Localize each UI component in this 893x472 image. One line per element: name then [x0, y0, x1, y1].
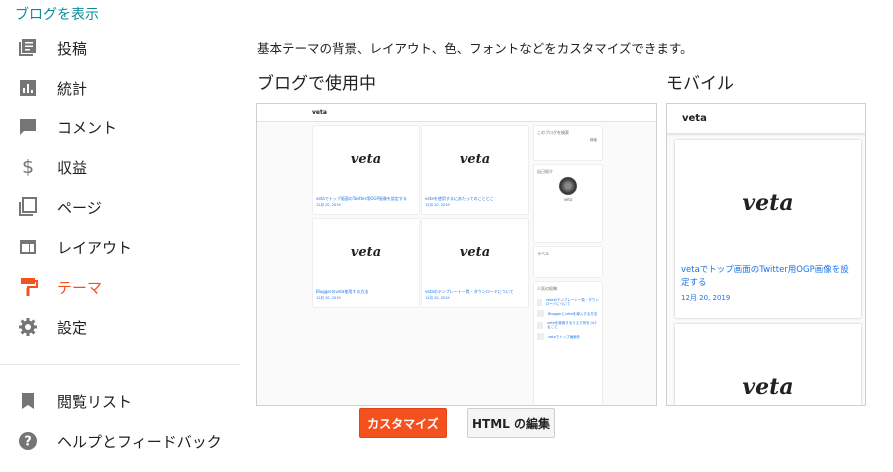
preview-popular-widget: 人気の投稿 vetaのテンプレート一覧・ダウンロードについて Bloggerにv… [534, 282, 602, 405]
widget-title: 人気の投稿 [537, 286, 557, 291]
widget-title: このブログを検索 [537, 130, 569, 135]
posts-icon [17, 37, 39, 59]
sidebar-item-label: ヘルプとフィードバック [57, 432, 222, 451]
bookmark-icon [17, 390, 39, 412]
customize-button[interactable]: カスタマイズ [359, 408, 447, 438]
preview-post-card: veta vetaでトップ画面のTwitter用OGP画像を設定する 12月 2… [313, 126, 419, 214]
preview-post-card: veta Bloggerのveta使用する方法 12月 20, 2019 [313, 219, 419, 307]
svg-text:?: ? [24, 435, 32, 450]
widget-search-button: 検索 [590, 138, 597, 142]
preview-logo: veta [350, 245, 382, 260]
sidebar-item-help[interactable]: ? ヘルプとフィードバック [17, 428, 222, 454]
sidebar-item-label: テーマ [57, 278, 103, 297]
widget-title: ラベル [537, 251, 549, 256]
preview-post-title: vetaを使用するにあたってのこととこ [425, 196, 494, 201]
mobile-post-card: veta [675, 324, 861, 405]
preview-header: veta [257, 104, 656, 122]
desktop-theme-preview[interactable]: veta veta vetaでトップ画面のTwitter用OGP画像を設定する … [256, 103, 657, 406]
popular-post: vetaのテンプレート一覧・ダウンロードについて [537, 298, 599, 306]
popular-post: vetaを使用するうえで気をつけること [537, 321, 599, 329]
preview-logo: veta [459, 152, 491, 167]
preview-post-date: 12月 20, 2019 [425, 203, 450, 207]
sidebar-item-label: 収益 [57, 158, 88, 177]
preview-search-widget: このブログを検索 検索 [534, 126, 602, 160]
mobile-preview-logo: veta [742, 374, 794, 400]
preview-post-date: 12月 20, 2019 [316, 203, 341, 207]
popular-post-title: vetaでトップ画面を [548, 334, 581, 339]
preview-labels-widget: ラベル [534, 247, 602, 277]
profile-name: veta [563, 197, 573, 202]
mobile-section-title: モバイル [666, 74, 734, 94]
sidebar-item-posts[interactable]: 投稿 [17, 35, 87, 61]
sidebar-item-label: 投稿 [57, 39, 88, 58]
sidebar-item-reading-list[interactable]: 閲覧リスト [17, 388, 132, 414]
sidebar-item-label: 統計 [57, 79, 88, 98]
mobile-theme-preview[interactable]: veta veta vetaでトップ画面のTwitter用OGP画像を設定する … [666, 103, 866, 406]
sidebar-item-label: 設定 [57, 318, 88, 337]
help-icon: ? [17, 430, 39, 452]
sidebar-item-label: ページ [57, 198, 102, 217]
sidebar-item-theme[interactable]: テーマ [17, 274, 102, 300]
mobile-post-date: 12月 20, 2019 [681, 294, 731, 302]
gear-icon [17, 316, 39, 338]
sidebar-item-comments[interactable]: コメント [17, 114, 117, 140]
comment-icon [17, 116, 39, 138]
desktop-section-title: ブログで使用中 [257, 74, 376, 94]
popular-post-title: vetaのテンプレート一覧・ダウンロードについて [545, 298, 599, 306]
sidebar-divider [0, 364, 240, 365]
preview-profile-widget: 自己紹介 veta [534, 165, 602, 242]
theme-description: 基本テーマの背景、レイアウト、色、フォントなどをカスタマイズできます。 [257, 41, 693, 56]
popular-post-title: vetaを使用するうえで気をつけること [547, 321, 597, 329]
dollar-icon: $ [21, 156, 35, 178]
mobile-post-title: vetaでトップ画面のTwitter用OGP画像を設定する [681, 265, 849, 288]
paint-roller-icon [17, 276, 39, 298]
sidebar-item-label: コメント [57, 118, 118, 137]
mobile-preview-logo: veta [742, 190, 794, 216]
preview-post-title: vetaのテンプレート一覧・ダウンロードについて [425, 289, 514, 294]
sidebar-item-layout[interactable]: レイアウト [17, 234, 132, 260]
layout-icon [17, 236, 39, 258]
popular-post: vetaでトップ画面を [537, 333, 599, 340]
mobile-post-card: veta vetaでトップ画面のTwitter用OGP画像を設定する 12月 2… [675, 140, 861, 318]
preview-logo: veta [459, 245, 491, 260]
sidebar-item-label: レイアウト [57, 238, 133, 257]
sidebar-item-settings[interactable]: 設定 [17, 314, 87, 340]
pages-icon [17, 196, 39, 218]
sidebar-item-earnings[interactable]: $ 収益 [17, 154, 87, 180]
preview-post-date: 12月 20, 2019 [425, 296, 450, 300]
popular-post: Bloggerにvetaを導入する方法 [537, 310, 599, 317]
preview-post-card: veta vetaを使用するにあたってのこととこ 12月 20, 2019 [422, 126, 528, 214]
sidebar-item-label: 閲覧リスト [57, 392, 133, 411]
stats-icon [17, 77, 39, 99]
sidebar-item-stats[interactable]: 統計 [17, 75, 87, 101]
widget-title: 自己紹介 [537, 169, 553, 174]
preview-logo: veta [350, 152, 382, 167]
view-blog-link[interactable]: ブログを表示 [15, 4, 99, 24]
preview-post-title: vetaでトップ画面のTwitter用OGP画像を設定する [316, 196, 407, 201]
preview-post-card: veta vetaのテンプレート一覧・ダウンロードについて 12月 20, 20… [422, 219, 528, 307]
sidebar-item-pages[interactable]: ページ [17, 194, 102, 220]
preview-post-date: 12月 20, 2019 [316, 296, 341, 300]
preview-post-title: Bloggerのveta使用する方法 [316, 289, 369, 294]
mobile-preview-header: veta [667, 104, 865, 134]
profile-avatar [559, 177, 577, 195]
popular-post-title: Bloggerにvetaを導入する方法 [548, 311, 598, 316]
edit-html-button[interactable]: HTML の編集 [467, 408, 555, 438]
